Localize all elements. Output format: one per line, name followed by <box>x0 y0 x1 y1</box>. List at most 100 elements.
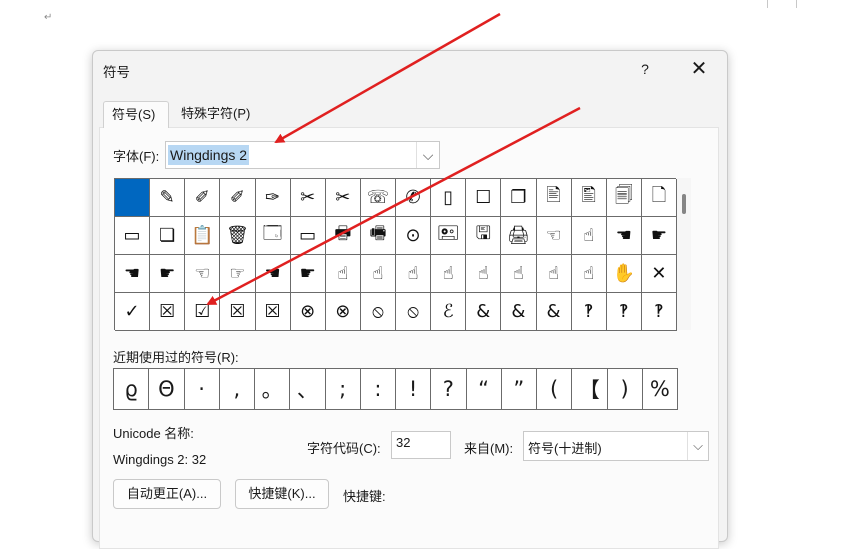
symbol-cell[interactable]: ☝ <box>571 255 607 293</box>
symbol-cell[interactable]: ☝ <box>466 255 502 293</box>
symbol-cell[interactable]: ✋ <box>606 255 642 293</box>
symbol-cell[interactable]: ☝ <box>571 217 607 255</box>
symbol-cell[interactable]: ⦸ <box>360 293 396 331</box>
symbol-cell[interactable]: & <box>466 293 502 331</box>
symbol-cell[interactable]: ▯ <box>431 179 467 217</box>
shortcut-key-button[interactable]: 快捷键(K)... <box>235 479 329 509</box>
recent-symbol-cell[interactable]: · <box>184 369 220 410</box>
symbol-cell[interactable]: ☜ <box>185 255 221 293</box>
recent-symbol-cell[interactable]: ; <box>325 369 361 410</box>
recent-symbol-cell[interactable]: 。 <box>255 369 291 410</box>
symbol-cell[interactable]: 🗐 <box>606 179 642 217</box>
autocorrect-button[interactable]: 自动更正(A)... <box>113 479 221 509</box>
symbol-cell[interactable]: ✓ <box>115 293 151 331</box>
font-combobox[interactable]: Wingdings 2 ⌵ <box>165 141 440 169</box>
symbol-cell[interactable]: 🗔 <box>255 217 291 255</box>
symbol-cell[interactable]: ☞ <box>220 255 256 293</box>
recent-symbol-cell[interactable]: 【 <box>572 369 608 410</box>
symbol-cell[interactable]: ☛ <box>150 255 186 293</box>
symbol-cell[interactable]: ☚ <box>255 255 291 293</box>
grid-scrollbar[interactable] <box>677 178 691 330</box>
symbol-cell[interactable]: & <box>536 293 572 331</box>
symbol-cell[interactable]: ☝ <box>360 255 396 293</box>
symbol-cell[interactable]: ✆ <box>396 179 432 217</box>
recent-symbol-cell[interactable]: Θ <box>149 369 185 410</box>
symbol-cell[interactable]: ☝ <box>431 255 467 293</box>
scrollbar-thumb[interactable] <box>682 194 686 214</box>
symbol-cell[interactable]: ✐ <box>185 179 221 217</box>
from-select-value: 符号(十进制) <box>528 441 602 456</box>
page-corner-mark <box>796 0 797 8</box>
chevron-down-icon[interactable]: ⌵ <box>687 432 708 460</box>
symbol-cell[interactable]: ☝ <box>325 255 361 293</box>
symbol-cell[interactable]: 🖭 <box>431 217 467 255</box>
symbol-cell[interactable]: & <box>501 293 537 331</box>
tab-symbols[interactable]: 符号(S) <box>103 101 169 128</box>
symbol-cell[interactable]: 🖫 <box>466 217 502 255</box>
symbol-cell[interactable]: ✎ <box>150 179 186 217</box>
symbol-cell[interactable]: ☒ <box>150 293 186 331</box>
symbol-cell[interactable]: ☝ <box>501 255 537 293</box>
symbol-cell[interactable]: ✂ <box>290 179 326 217</box>
close-button[interactable]: ✕ <box>683 57 715 81</box>
recent-symbols-grid[interactable]: ϱ Θ ·,。、;:!? “”(【)% <box>113 368 678 410</box>
symbol-cell[interactable]: ▭ <box>290 217 326 255</box>
symbol-cell[interactable]: ✑ <box>255 179 291 217</box>
symbol-cell[interactable]: 🖶 <box>325 217 361 255</box>
char-code-input[interactable]: 32 <box>391 431 451 459</box>
symbol-cell[interactable]: ☏ <box>360 179 396 217</box>
symbol-cell[interactable]: ☛ <box>290 255 326 293</box>
symbol-cell[interactable]: 🖹 <box>536 179 572 217</box>
recent-symbol-cell[interactable]: ( <box>537 369 573 410</box>
symbol-cell[interactable]: 🖷 <box>360 217 396 255</box>
symbol-cell[interactable] <box>115 179 151 217</box>
symbol-cell[interactable]: ☜ <box>536 217 572 255</box>
symbol-cell[interactable]: ⊙ <box>396 217 432 255</box>
symbol-cell[interactable]: ☝ <box>396 255 432 293</box>
symbol-cell[interactable]: ❐ <box>501 179 537 217</box>
symbol-cell[interactable]: ⊗ <box>290 293 326 331</box>
symbol-cell[interactable]: ✂ <box>325 179 361 217</box>
symbol-cell[interactable]: ☚ <box>115 255 151 293</box>
symbol-cell[interactable]: ‽ <box>571 293 607 331</box>
font-label: 字体(F): <box>113 149 160 164</box>
help-button[interactable]: ? <box>631 57 659 81</box>
symbol-grid[interactable]: ✎ ✐ ✐ ✑ ✂ ✂ ☏ ✆ ▯ ☐ ❐ 🖹 🖺 🗐 🗋 ▭ ❏ 📋 🗑 🗔 ▭ 🖶 🖷 ⊙ 🖭 🖫 🖨 ☜ ☝ ☚ ☛ ☚ ☛ ☜ ☞ ☚ ☛ ☝ ☝ ☝… <box>114 178 677 331</box>
symbol-cell[interactable]: ▭ <box>115 217 151 255</box>
symbol-cell[interactable]: 🗑 <box>220 217 256 255</box>
recent-symbol-cell[interactable]: , <box>219 369 255 410</box>
symbol-cell[interactable]: ⦸ <box>396 293 432 331</box>
symbol-cell[interactable]: ☑ <box>185 293 221 331</box>
recent-symbol-cell[interactable]: ” <box>501 369 537 410</box>
symbol-cell[interactable]: ☚ <box>606 217 642 255</box>
symbol-cell[interactable]: 📋 <box>185 217 221 255</box>
recent-symbol-cell[interactable]: ) <box>607 369 643 410</box>
recent-symbol-cell[interactable]: % <box>642 369 678 410</box>
symbol-cell[interactable]: ☛ <box>641 217 677 255</box>
symbol-cell[interactable]: ✕ <box>641 255 677 293</box>
symbol-cell[interactable]: 🗋 <box>641 179 677 217</box>
recent-symbol-cell[interactable]: ϱ <box>114 369 150 410</box>
recent-symbol-cell[interactable]: ? <box>431 369 467 410</box>
symbol-cell[interactable]: ❏ <box>150 217 186 255</box>
symbol-cell[interactable]: ☐ <box>466 179 502 217</box>
tab-special-characters[interactable]: 特殊字符(P) <box>173 101 267 128</box>
symbol-cell[interactable]: ☝ <box>536 255 572 293</box>
from-select[interactable]: 符号(十进制) ⌵ <box>523 431 709 461</box>
symbol-cell[interactable]: ℰ <box>431 293 467 331</box>
recent-symbol-cell[interactable]: : <box>360 369 396 410</box>
symbol-cell[interactable]: ☒ <box>220 293 256 331</box>
symbol-cell[interactable]: ‽ <box>606 293 642 331</box>
chevron-down-icon[interactable]: ⌵ <box>416 142 439 168</box>
symbol-cell[interactable]: ✐ <box>220 179 256 217</box>
symbol-cell[interactable]: 🖨 <box>501 217 537 255</box>
page-corner-mark <box>767 0 768 8</box>
font-input[interactable]: Wingdings 2 <box>168 145 250 165</box>
symbol-cell[interactable]: ‽ <box>641 293 677 331</box>
symbol-cell[interactable]: ☒ <box>255 293 291 331</box>
recent-symbol-cell[interactable]: ! <box>396 369 432 410</box>
recent-symbol-cell[interactable]: “ <box>466 369 502 410</box>
symbol-cell[interactable]: ⊗ <box>325 293 361 331</box>
symbol-cell[interactable]: 🖺 <box>571 179 607 217</box>
recent-symbol-cell[interactable]: 、 <box>290 369 326 410</box>
